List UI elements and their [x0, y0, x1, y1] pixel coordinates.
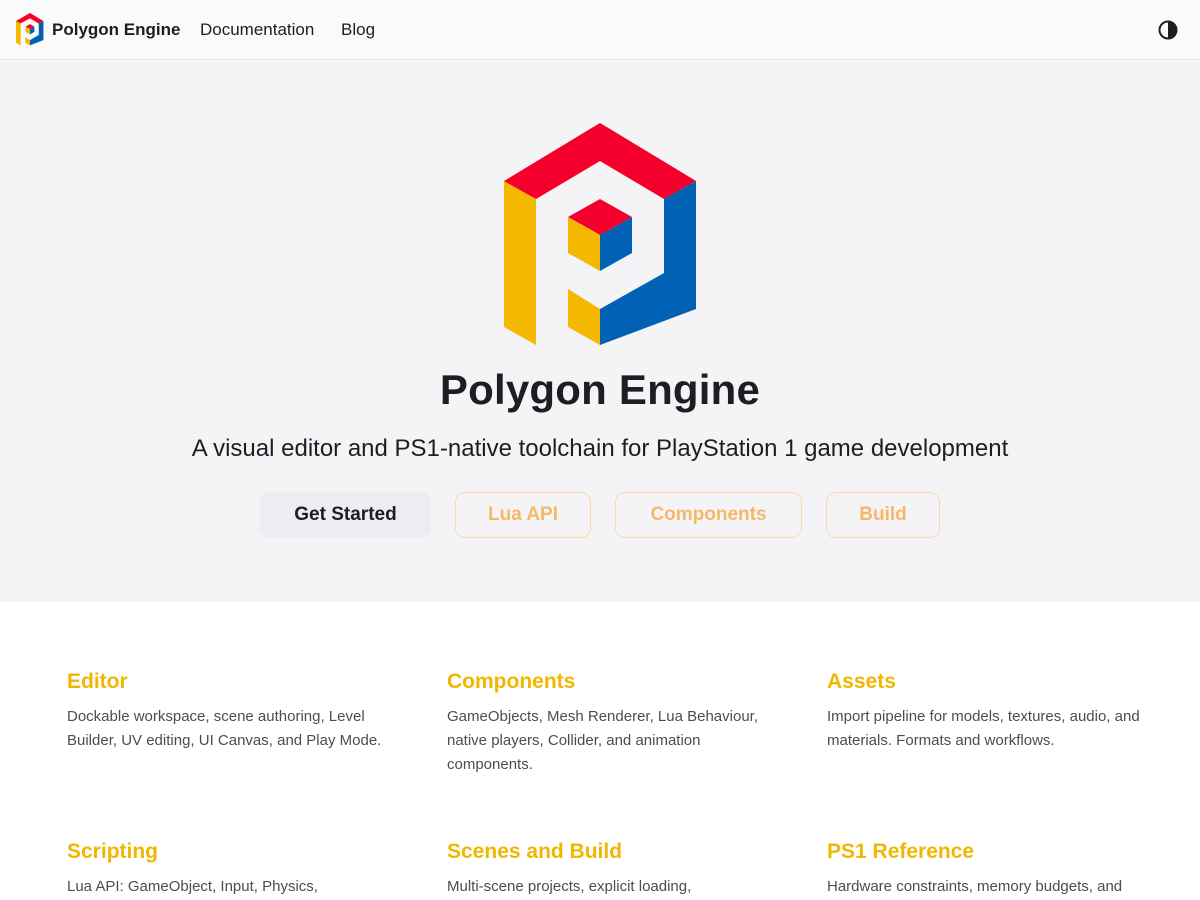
feature-title[interactable]: Assets [827, 670, 1147, 694]
brand-link[interactable]: Polygon Engine [15, 13, 180, 46]
theme-toggle-button[interactable] [1156, 18, 1180, 42]
components-button[interactable]: Components [615, 492, 802, 538]
brand-title: Polygon Engine [52, 19, 181, 39]
get-started-button[interactable]: Get Started [260, 492, 431, 538]
build-button[interactable]: Build [826, 492, 940, 538]
hero-title: Polygon Engine [439, 366, 761, 413]
feature-title[interactable]: Editor [67, 670, 387, 694]
feature-editor: Editor Dockable workspace, scene authori… [67, 670, 387, 753]
feature-title[interactable]: Components [447, 670, 767, 694]
feature-assets: Assets Import pipeline for models, textu… [827, 670, 1147, 753]
feature-description: Hardware constraints, memory budgets, an… [827, 878, 1123, 895]
feature-description: Lua API: GameObject, Input, Physics, [67, 878, 318, 895]
hero-logo-icon [500, 123, 700, 349]
nav-link-documentation[interactable]: Documentation [200, 20, 314, 40]
hero-banner: Polygon Engine A visual editor and PS1-n… [0, 61, 1200, 602]
feature-scenes-and-build: Scenes and Build Multi-scene projects, e… [447, 840, 767, 899]
feature-ps1-reference: PS1 Reference Hardware constraints, memo… [827, 840, 1147, 899]
feature-description: Import pipeline for models, textures, au… [827, 708, 1140, 749]
feature-title[interactable]: Scripting [67, 840, 387, 864]
feature-description: Multi-scene projects, explicit loading, [447, 878, 692, 895]
feature-description: Dockable workspace, scene authoring, Lev… [67, 708, 382, 749]
lua-api-button[interactable]: Lua API [455, 492, 591, 538]
contrast-icon [1156, 18, 1180, 42]
nav-link-blog[interactable]: Blog [341, 20, 375, 40]
polygon-engine-logo-icon [15, 13, 45, 46]
hero-tagline: A visual editor and PS1-native toolchain… [191, 435, 1009, 462]
feature-title[interactable]: Scenes and Build [447, 840, 767, 864]
feature-title[interactable]: PS1 Reference [827, 840, 1147, 864]
feature-description: GameObjects, Mesh Renderer, Lua Behaviou… [447, 708, 759, 773]
top-navbar: Polygon Engine Documentation Blog [0, 0, 1200, 60]
feature-components: Components GameObjects, Mesh Renderer, L… [447, 670, 767, 777]
feature-scripting: Scripting Lua API: GameObject, Input, Ph… [67, 840, 387, 899]
